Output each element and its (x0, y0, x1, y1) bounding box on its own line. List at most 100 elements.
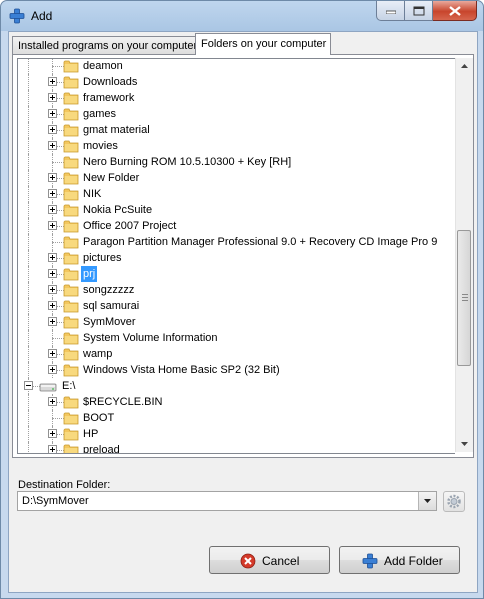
tree-folder-item[interactable]: prj (18, 266, 455, 282)
tree-folder-item[interactable]: NIK (18, 186, 455, 202)
tree-folder-item[interactable]: preload (18, 442, 455, 454)
tree-item-label: Nero Burning ROM 10.5.10300 + Key [RH] (83, 156, 292, 168)
tree-scrollbar[interactable] (455, 58, 473, 452)
tree-folder-item[interactable]: HP (18, 426, 455, 442)
minimize-button[interactable] (376, 1, 405, 21)
destination-folder-combobox[interactable]: D:\SymMover (17, 491, 437, 511)
tree-folder-item[interactable]: System Volume Information (18, 330, 455, 346)
collapse-minus-icon[interactable] (24, 381, 33, 390)
scroll-thumb[interactable] (457, 230, 471, 366)
close-icon (448, 5, 461, 16)
tab-folders[interactable]: Folders on your computer (195, 33, 331, 55)
cancel-button-label: Cancel (262, 554, 300, 568)
expand-plus-icon[interactable] (48, 349, 57, 358)
drive-icon (39, 379, 57, 393)
tree-folder-item[interactable]: Nero Burning ROM 10.5.10300 + Key [RH] (18, 154, 455, 170)
tree-drive-item[interactable]: E:\ (18, 378, 455, 394)
tree-folder-item[interactable]: BOOT (18, 410, 455, 426)
folder-icon (63, 235, 79, 249)
tree-folder-item[interactable]: New Folder (18, 170, 455, 186)
tree-folder-item[interactable]: songzzzzz (18, 282, 455, 298)
add-folder-button[interactable]: Add Folder (339, 546, 460, 574)
tree-folder-item[interactable]: framework (18, 90, 455, 106)
folder-icon (63, 59, 79, 73)
tree-item-label: wamp (83, 348, 113, 360)
destination-folder-label: Destination Folder: (18, 479, 111, 491)
scroll-down-arrow-icon[interactable] (456, 435, 473, 452)
folder-icon (63, 171, 79, 185)
expand-plus-icon[interactable] (48, 301, 57, 310)
tree-item-label: System Volume Information (83, 332, 218, 344)
expand-plus-icon[interactable] (48, 269, 57, 278)
tree-folder-item[interactable]: sql samurai (18, 298, 455, 314)
tree-folder-item[interactable]: gmat material (18, 122, 455, 138)
tree-item-label: $RECYCLE.BIN (83, 396, 163, 408)
tree-folder-item[interactable]: Office 2007 Project (18, 218, 455, 234)
cancel-button[interactable]: Cancel (209, 546, 330, 574)
tree-folder-item[interactable]: Windows Vista Home Basic SP2 (32 Bit) (18, 362, 455, 378)
folders-tab-panel: deamon Downloads framework games gmat materi… (12, 54, 474, 458)
tree-item-label: Paragon Partition Manager Professional 9… (83, 236, 438, 248)
expand-plus-icon[interactable] (48, 77, 57, 86)
tree-folder-item[interactable]: pictures (18, 250, 455, 266)
folder-icon (63, 315, 79, 329)
scroll-up-arrow-icon[interactable] (456, 58, 473, 75)
expand-plus-icon[interactable] (48, 221, 57, 230)
expand-plus-icon[interactable] (48, 141, 57, 150)
tree-folder-item[interactable]: deamon (18, 59, 455, 74)
tree-item-label: HP (83, 428, 99, 440)
expand-plus-icon[interactable] (48, 253, 57, 262)
folder-icon (63, 219, 79, 233)
tree-folder-item[interactable]: Paragon Partition Manager Professional 9… (18, 234, 455, 250)
tree-item-label: sql samurai (83, 300, 140, 312)
tree-item-label: gmat material (83, 124, 150, 136)
dropdown-button[interactable] (418, 492, 436, 510)
tree-item-label: framework (83, 92, 135, 104)
gear-icon (447, 494, 461, 509)
tree-folder-item[interactable]: games (18, 106, 455, 122)
folder-icon (63, 363, 79, 377)
tree-item-label: movies (83, 140, 118, 152)
tree-folder-item[interactable]: $RECYCLE.BIN (18, 394, 455, 410)
folder-icon (63, 267, 79, 281)
expand-plus-icon[interactable] (48, 445, 57, 453)
chevron-down-icon (424, 499, 431, 503)
title-bar[interactable]: Add (1, 1, 483, 31)
tree-item-label: E:\ (62, 380, 76, 392)
tree-folder-item[interactable]: SymMover (18, 314, 455, 330)
expand-plus-icon[interactable] (48, 189, 57, 198)
expand-plus-icon[interactable] (48, 173, 57, 182)
tab-installed-programs[interactable]: Installed programs on your computer (12, 36, 199, 55)
expand-plus-icon[interactable] (48, 429, 57, 438)
folder-icon (63, 75, 79, 89)
expand-plus-icon[interactable] (48, 397, 57, 406)
tree-folder-item[interactable]: Nokia PcSuite (18, 202, 455, 218)
expand-plus-icon[interactable] (48, 205, 57, 214)
folder-icon (63, 299, 79, 313)
folder-icon (63, 411, 79, 425)
folder-icon (63, 123, 79, 137)
folder-tree[interactable]: deamon Downloads framework games gmat materi… (17, 58, 455, 454)
tree-folder-item[interactable]: wamp (18, 346, 455, 362)
destination-settings-button[interactable] (443, 491, 465, 512)
expand-plus-icon[interactable] (48, 93, 57, 102)
tree-item-label: pictures (83, 252, 122, 264)
tree-folder-item[interactable]: movies (18, 138, 455, 154)
destination-folder-value: D:\SymMover (22, 495, 89, 507)
expand-plus-icon[interactable] (48, 317, 57, 326)
cancel-icon (240, 553, 256, 569)
folder-icon (63, 107, 79, 121)
expand-plus-icon[interactable] (48, 285, 57, 294)
expand-plus-icon[interactable] (48, 109, 57, 118)
expand-plus-icon[interactable] (48, 365, 57, 374)
tree-item-label: preload (83, 444, 120, 454)
tree-item-label: New Folder (83, 172, 140, 184)
maximize-button[interactable] (405, 1, 433, 21)
folder-icon (63, 347, 79, 361)
add-dialog-window: Add Installed programs on your computer … (0, 0, 484, 599)
tree-item-label: NIK (83, 188, 102, 200)
tree-folder-item[interactable]: Downloads (18, 74, 455, 90)
close-window-button[interactable] (433, 1, 477, 21)
expand-plus-icon[interactable] (48, 125, 57, 134)
dialog-client-area: Installed programs on your computer Fold… (8, 31, 478, 593)
